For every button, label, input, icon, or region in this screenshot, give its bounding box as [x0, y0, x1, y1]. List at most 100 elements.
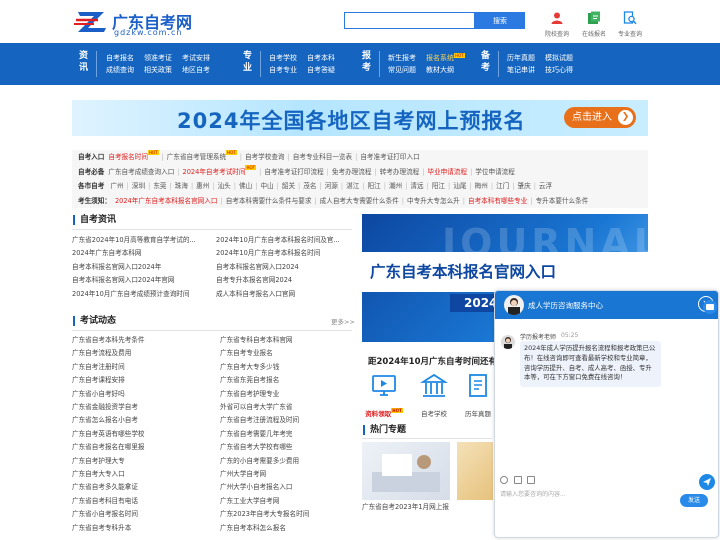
city-link[interactable]: 东莞: [153, 182, 166, 190]
hot-topic-thumbnail[interactable]: [457, 442, 493, 500]
exam-list-item[interactable]: 广东自考大专多少钱: [220, 361, 354, 374]
exam-list-item[interactable]: 广东自考英语有哪些学校: [72, 428, 212, 441]
nav-link-textbook[interactable]: 教材大纲: [426, 65, 454, 75]
nav-link-exam-schedule[interactable]: 考试安排: [182, 53, 210, 63]
more-link[interactable]: 更多>>: [331, 316, 355, 326]
quick-link[interactable]: 中专升大专怎么升: [407, 197, 460, 205]
exam-list-item[interactable]: 广东自考专业报名: [220, 347, 354, 360]
quick-link[interactable]: 自考本科需要什么条件与要求: [226, 197, 312, 205]
city-link[interactable]: 汕尾: [453, 182, 466, 190]
chat-float-button[interactable]: [703, 300, 717, 314]
news-list-item[interactable]: 自考本科报名官网入口2024年: [72, 261, 210, 274]
exam-list-item[interactable]: 广东省小自考报名时间: [72, 508, 212, 521]
exam-list-item[interactable]: 广东省金融投资学自考: [72, 401, 212, 414]
nav-link-policy[interactable]: 相关政策: [144, 65, 172, 75]
exam-list-item[interactable]: 广东省自考本科先考条件: [72, 334, 212, 347]
tool-schools[interactable]: 自考学校: [413, 372, 455, 418]
quick-link[interactable]: 成人自考大专需要什么条件: [320, 197, 399, 205]
nav-link-mock-tests[interactable]: 模拟试题: [545, 53, 573, 63]
city-link[interactable]: 肇庆: [518, 182, 531, 190]
search-button[interactable]: 搜索: [475, 12, 525, 29]
quick-link[interactable]: 专升本要什么条件: [536, 197, 589, 205]
hot-topic-caption[interactable]: 广东省自考2023年1月网上报: [362, 501, 492, 514]
city-link[interactable]: 阳江: [432, 182, 445, 190]
city-link[interactable]: 中山: [260, 182, 273, 190]
city-link[interactable]: 梅州: [475, 182, 488, 190]
city-link[interactable]: 汕头: [218, 182, 231, 190]
college-query-button[interactable]: 院校查询: [540, 11, 574, 38]
quick-link[interactable]: 自考专业科目一览表: [293, 153, 352, 161]
exam-list-item[interactable]: 广东省怎么报名小自考: [72, 414, 212, 427]
exam-list-item[interactable]: 广东省小自考好吗: [72, 388, 212, 401]
image-icon[interactable]: [514, 476, 522, 484]
exam-list-item[interactable]: 广东省自考注册流程及时间: [220, 414, 354, 427]
exam-list-item[interactable]: 广东省自考报名在哪里报: [72, 441, 212, 454]
emoji-icon[interactable]: [500, 476, 508, 484]
city-link[interactable]: 茂名: [303, 182, 316, 190]
city-link[interactable]: 潮州: [389, 182, 402, 190]
quick-link[interactable]: 免考办理流程: [332, 168, 372, 176]
city-link[interactable]: 湛江: [346, 182, 359, 190]
tool-past-papers[interactable]: 历年真题: [457, 372, 499, 418]
news-list-item[interactable]: 2024年10月广东自考本科报名时间及官...: [216, 234, 352, 247]
major-query-button[interactable]: 专业查询: [613, 11, 647, 38]
nav-link-score-query[interactable]: 成绩查询: [106, 65, 134, 75]
nav-link-bachelor[interactable]: 自考本科: [307, 53, 335, 63]
send-float-button[interactable]: [699, 474, 715, 490]
nav-link-past-papers[interactable]: 历年真题: [507, 53, 535, 63]
nav-link-notes[interactable]: 笔记串讲: [507, 65, 535, 75]
nav-link-exam-signup[interactable]: 自考报名: [106, 53, 134, 63]
news-list-item[interactable]: 广东省2024年10月高等教育自学考试的...: [72, 234, 210, 247]
promo-banner[interactable]: 2024年全国各地区自考网上预报名 点击进入 ❯: [72, 100, 648, 136]
news-list-item[interactable]: 成人本科自考报名入口官网: [216, 288, 352, 301]
hot-topic-thumbnail[interactable]: [362, 442, 450, 500]
city-link[interactable]: 广州: [110, 182, 123, 190]
exam-list-item[interactable]: 广东省自考科目有电话: [72, 495, 212, 508]
exam-list-item[interactable]: 广东自考护理大专: [72, 455, 212, 468]
nav-link-tips[interactable]: 技巧心得: [545, 65, 573, 75]
chat-input[interactable]: 请输入您要咨询的内容...: [500, 489, 566, 498]
exam-list-item[interactable]: 广东2023年自考大专报名时间: [220, 508, 354, 521]
quick-link[interactable]: 转考办理流程: [380, 168, 420, 176]
quick-link[interactable]: 2024年自考考试时间: [183, 168, 246, 176]
exam-list-item[interactable]: 广东工业大学自考网: [220, 495, 354, 508]
quick-link[interactable]: 自考本科有哪些专业: [468, 197, 527, 205]
quick-link[interactable]: 广东自考成绩查询入口: [108, 168, 174, 176]
quick-link[interactable]: 自考准考证打印流程: [264, 168, 323, 176]
exam-list-item[interactable]: 广东省自考护理专业: [220, 388, 354, 401]
city-link[interactable]: 阳江: [368, 182, 381, 190]
quick-link[interactable]: 自考学校查询: [245, 153, 285, 161]
nav-link-schools[interactable]: 自考学校: [269, 53, 297, 63]
nav-link-qa[interactable]: 自考答疑: [307, 65, 335, 75]
banner-enter-button[interactable]: 点击进入 ❯: [564, 107, 636, 128]
exam-list-item[interactable]: 广东省自考专科升本: [72, 522, 212, 535]
city-link[interactable]: 江门: [496, 182, 509, 190]
online-signup-button[interactable]: 在线报名: [577, 11, 611, 38]
exam-list-item[interactable]: 广东省自考大学校有哪些: [220, 441, 354, 454]
quick-link[interactable]: 自考报名时间: [108, 153, 148, 161]
exam-list-item[interactable]: 广东自考大专入口: [72, 468, 212, 481]
exam-list-item[interactable]: 广东的小自考需要多少费用: [220, 455, 354, 468]
news-list-item[interactable]: 2024年广东自考本科网: [72, 247, 210, 260]
exam-list-item[interactable]: 广东自考本科怎么报名: [220, 522, 354, 535]
quick-link[interactable]: 广东省自考管理系统: [167, 153, 226, 161]
exam-list-item[interactable]: 外省可以自考大学广东省: [220, 401, 354, 414]
city-link[interactable]: 河源: [325, 182, 338, 190]
nav-link-new-student[interactable]: 新生报考: [388, 53, 416, 63]
quick-link[interactable]: 毕业申请流程: [428, 168, 468, 176]
quick-link[interactable]: 2024年广东自考本科报名官网入口: [115, 197, 218, 205]
city-link[interactable]: 惠州: [196, 182, 209, 190]
city-link[interactable]: 清远: [410, 182, 423, 190]
exam-list-item[interactable]: 广东自考注册时间: [72, 361, 212, 374]
exam-list-item[interactable]: 广东省自考多久能拿证: [72, 481, 212, 494]
city-link[interactable]: 珠海: [175, 182, 188, 190]
nav-link-majors[interactable]: 自考专业: [269, 65, 297, 75]
exam-list-item[interactable]: 广东省东莞自考报名: [220, 374, 354, 387]
news-list-item[interactable]: 自考本科报名官网入口2024: [216, 261, 352, 274]
nav-link-faq[interactable]: 常见问题: [388, 65, 416, 75]
nav-link-admission-ticket[interactable]: 领准考证: [144, 53, 172, 63]
city-link[interactable]: 佛山: [239, 182, 252, 190]
exam-list-item[interactable]: 广东自考课程安排: [72, 374, 212, 387]
exam-list-item[interactable]: 广东自考流程及费用: [72, 347, 212, 360]
city-link[interactable]: 韶关: [282, 182, 295, 190]
